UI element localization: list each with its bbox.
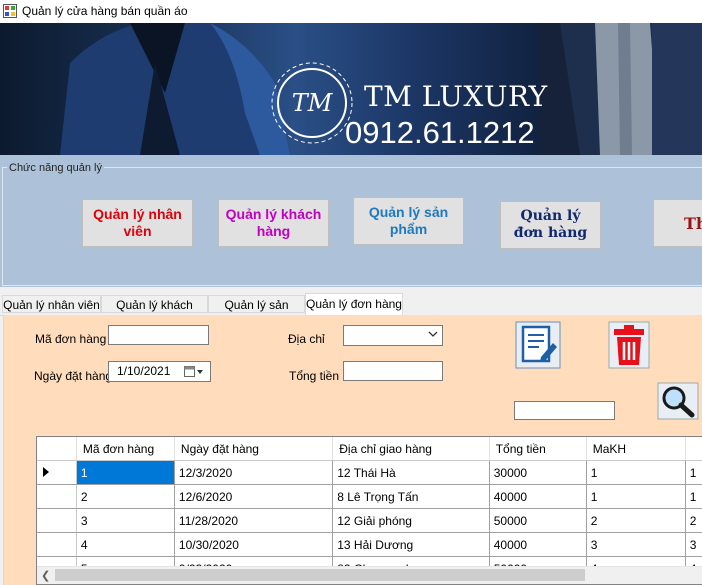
app-icon xyxy=(3,4,17,18)
table-cell[interactable]: 1 xyxy=(685,460,702,485)
row-header[interactable] xyxy=(37,532,77,557)
manage-customers-button[interactable]: Quản lý khách hàng xyxy=(218,199,329,247)
table-cell[interactable]: 12 Giải phóng xyxy=(332,508,490,533)
table-cell[interactable]: 13 Hải Dương xyxy=(332,532,490,557)
scroll-left-arrow-icon[interactable]: ❮ xyxy=(41,569,50,582)
table-row[interactable]: 3 11/28/2020 12 Giải phóng 50000 2 2 xyxy=(37,508,702,533)
column-header[interactable]: Tổng tiền xyxy=(489,437,587,461)
column-header[interactable]: Ngày đặt hàng xyxy=(174,437,334,461)
current-row-arrow-icon xyxy=(43,467,49,477)
table-cell[interactable]: 50000 xyxy=(489,508,587,533)
table-cell[interactable]: 12/6/2020 xyxy=(174,484,334,509)
group-label: Chức năng quản lý xyxy=(7,162,104,174)
title-bar: Quản lý cửa hàng bán quần áo xyxy=(0,0,702,23)
tab-customers[interactable]: Quản lý khách hàng xyxy=(101,295,208,330)
row-header[interactable] xyxy=(37,460,77,485)
chevron-down-icon xyxy=(428,331,438,337)
row-header[interactable] xyxy=(37,508,77,533)
scrollbar-thumb[interactable] xyxy=(55,569,585,581)
window-title: Quản lý cửa hàng bán quần áo xyxy=(22,4,188,18)
model-figure-left xyxy=(60,23,290,155)
address-label: Địa chỉ xyxy=(288,332,325,346)
magnifier-icon[interactable] xyxy=(657,382,699,420)
tab-employees[interactable]: Quản lý nhân viên xyxy=(2,295,101,313)
svg-text:TM: TM xyxy=(292,89,334,117)
statistics-button[interactable]: Th xyxy=(653,199,702,247)
order-id-label: Mã đơn hàng xyxy=(35,332,107,346)
total-label: Tổng tiền xyxy=(289,369,340,383)
orders-grid[interactable]: Mã đơn hàng Ngày đặt hàng Địa chỉ giao h… xyxy=(36,436,702,585)
table-cell[interactable]: 40000 xyxy=(489,532,587,557)
table-cell[interactable]: 8 Lê Trọng Tấn xyxy=(332,484,490,509)
table-row[interactable]: 4 10/30/2020 13 Hải Dương 40000 3 3 xyxy=(37,532,702,557)
table-cell[interactable]: 4 xyxy=(76,532,175,557)
tab-strip: Quản lý nhân viên Quản lý khách hàng Quả… xyxy=(0,293,702,330)
table-cell[interactable]: 1 xyxy=(586,460,686,485)
model-figure-right xyxy=(540,23,702,155)
address-combo[interactable] xyxy=(343,325,443,346)
row-header[interactable] xyxy=(37,484,77,509)
table-cell[interactable]: 2 xyxy=(685,508,702,533)
horizontal-scrollbar[interactable]: ❮ xyxy=(37,566,702,584)
table-cell[interactable]: 1 xyxy=(76,460,175,485)
table-cell[interactable]: 11/28/2020 xyxy=(174,508,334,533)
total-input[interactable] xyxy=(343,361,443,381)
table-cell[interactable]: 30000 xyxy=(489,460,587,485)
table-cell[interactable]: 12/3/2020 xyxy=(174,460,334,485)
table-row[interactable]: 1 12/3/2020 12 Thái Hà 30000 1 1 xyxy=(37,460,702,485)
grid-header-row: Mã đơn hàng Ngày đặt hàng Địa chỉ giao h… xyxy=(37,437,702,461)
brand-name: TM LUXURY xyxy=(364,80,548,113)
table-cell[interactable]: 2 xyxy=(586,508,686,533)
table-cell[interactable]: 12 Thái Hà xyxy=(332,460,490,485)
table-cell[interactable]: 3 xyxy=(586,532,686,557)
row-header-corner xyxy=(37,437,77,461)
table-cell[interactable]: 40000 xyxy=(489,484,587,509)
order-id-input[interactable] xyxy=(108,325,209,345)
manage-employees-button[interactable]: Quản lý nhân viên xyxy=(82,199,193,247)
trash-icon[interactable] xyxy=(608,321,650,369)
tab-orders[interactable]: Quản lý đơn hàng xyxy=(305,293,403,315)
order-date-picker[interactable]: 1/10/2021 xyxy=(108,361,211,382)
edit-document-icon[interactable] xyxy=(515,321,561,369)
table-cell[interactable]: 1 xyxy=(685,484,702,509)
function-group: Chức năng quản lý Quản lý nhân viên Quản… xyxy=(0,155,702,287)
table-cell[interactable]: 10/30/2020 xyxy=(174,532,334,557)
table-cell[interactable]: 1 xyxy=(586,484,686,509)
column-header[interactable]: Mã đơn hàng xyxy=(76,437,175,461)
table-cell[interactable]: 3 xyxy=(685,532,702,557)
banner: TM TM LUXURY 0912.61.1212 xyxy=(0,23,702,155)
table-cell[interactable]: 2 xyxy=(76,484,175,509)
column-header[interactable]: MaKH xyxy=(586,437,686,461)
order-date-value: 1/10/2021 xyxy=(117,364,171,378)
search-input[interactable] xyxy=(514,401,615,420)
manage-products-button[interactable]: Quản lý sản phẩm xyxy=(353,197,464,245)
calendar-dropdown-icon xyxy=(184,366,203,377)
tab-products[interactable]: Quản lý sản phẩm xyxy=(208,295,305,330)
brand-phone: 0912.61.1212 xyxy=(345,115,535,150)
column-header[interactable]: Địa chỉ giao hàng xyxy=(332,437,490,461)
table-cell[interactable]: 3 xyxy=(76,508,175,533)
table-row[interactable]: 2 12/6/2020 8 Lê Trọng Tấn 40000 1 1 xyxy=(37,484,702,509)
orders-panel: Mã đơn hàng Ngày đặt hàng 1/10/2021 Địa … xyxy=(3,315,702,585)
order-date-label: Ngày đặt hàng xyxy=(34,369,113,383)
column-header[interactable] xyxy=(685,437,702,461)
manage-orders-button[interactable]: Quản lý đơn hàng xyxy=(500,201,601,249)
